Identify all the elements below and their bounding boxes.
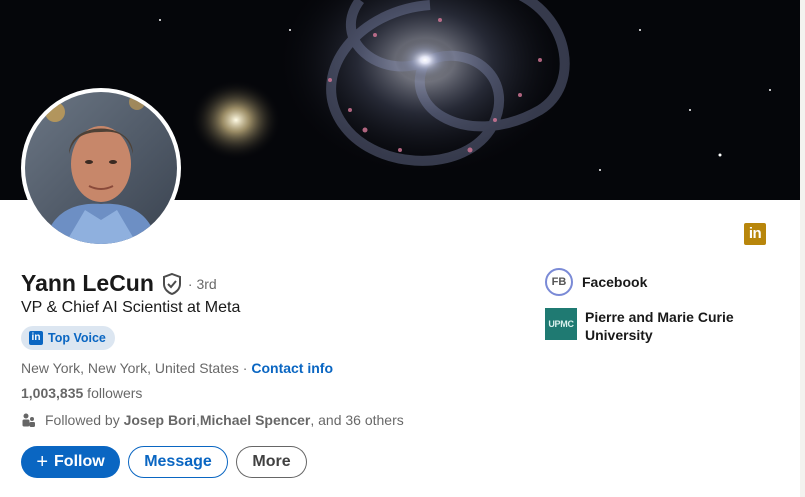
- contact-info-link[interactable]: Contact info: [251, 360, 333, 376]
- more-label: More: [252, 453, 291, 470]
- followers-number: 1,003,835: [21, 385, 84, 401]
- upmc-logo-icon: UPMC: [545, 308, 577, 340]
- org-facebook[interactable]: FB Facebook: [545, 268, 647, 296]
- follow-button[interactable]: + Follow: [21, 446, 120, 478]
- location-row: New York, New York, United States · Cont…: [21, 360, 333, 376]
- location-text: New York, New York, United States: [21, 360, 239, 376]
- facebook-logo-icon: FB: [545, 268, 573, 296]
- org-name-upmc: Pierre and Marie Curie University: [585, 309, 734, 343]
- name-row: Yann LeCun · 3rd: [21, 270, 217, 297]
- profile-name: Yann LeCun: [21, 270, 154, 296]
- profile-card: in Yann LeCun · 3rd VP & Chief AI Scient…: [0, 0, 800, 497]
- linkedin-logo-icon: in: [744, 223, 766, 245]
- followed-by-row[interactable]: Followed by Josep Bori, Michael Spencer,…: [21, 412, 404, 428]
- message-button[interactable]: Message: [128, 446, 228, 478]
- mutual-follower-2: Michael Spencer: [199, 412, 311, 428]
- location-separator: ·: [238, 360, 252, 376]
- org-name-facebook: Facebook: [582, 274, 648, 290]
- linkedin-icon: in: [29, 331, 43, 345]
- org-upmc[interactable]: UPMC Pierre and Marie Curie University: [545, 308, 755, 344]
- profile-headline: VP & Chief AI Scientist at Meta: [21, 299, 241, 316]
- follow-label: Follow: [54, 453, 105, 470]
- followers-label: followers: [83, 385, 143, 401]
- verified-shield-icon[interactable]: [162, 272, 182, 295]
- profile-photo: [25, 92, 177, 244]
- profile-avatar[interactable]: [21, 88, 181, 248]
- more-button[interactable]: More: [236, 446, 307, 478]
- followers-count[interactable]: 1,003,835 followers: [21, 385, 142, 401]
- followed-by-prefix: Followed by: [45, 412, 120, 428]
- plus-icon: +: [36, 451, 49, 473]
- top-voice-badge[interactable]: in Top Voice: [21, 326, 115, 350]
- top-voice-label: Top Voice: [48, 331, 106, 345]
- followed-by-suffix: , and 36 others: [310, 412, 404, 428]
- message-label: Message: [144, 453, 212, 470]
- people-icon: [21, 412, 37, 428]
- connection-degree: · 3rd: [187, 275, 217, 292]
- mutual-follower-1: Josep Bori: [123, 412, 196, 428]
